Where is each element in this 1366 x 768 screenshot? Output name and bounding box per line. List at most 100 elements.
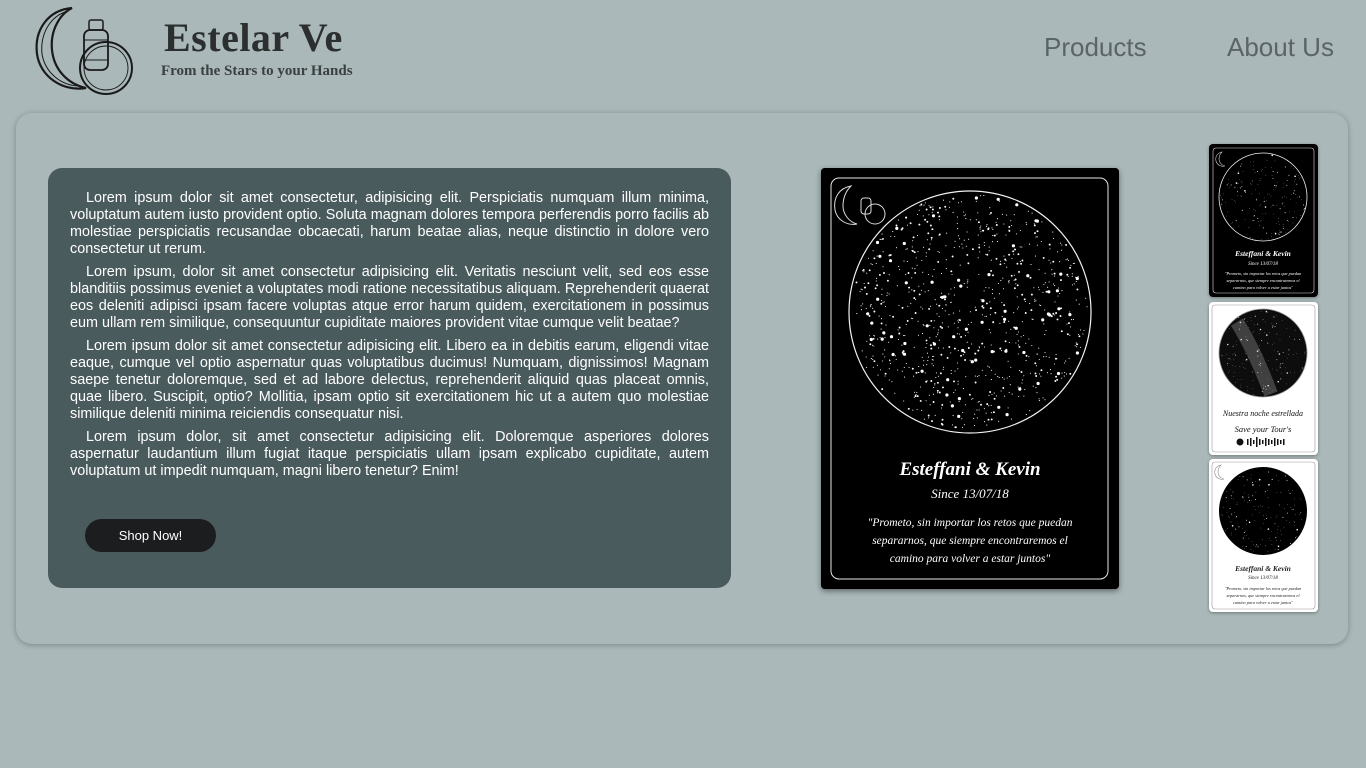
star-dot <box>953 380 955 383</box>
star-dot <box>952 197 955 200</box>
star-dot <box>1268 193 1270 195</box>
star-dot <box>1049 248 1051 250</box>
star-dot <box>974 413 976 415</box>
star-dot <box>1303 204 1304 206</box>
star-dot <box>978 400 980 403</box>
star-dot <box>1017 344 1020 346</box>
star-dot <box>990 379 992 381</box>
star-dot <box>1023 298 1026 301</box>
star-dot <box>963 351 966 354</box>
star-dot <box>1066 258 1069 260</box>
star-dot <box>989 301 991 303</box>
star-dot <box>920 289 922 291</box>
star-dot <box>1069 266 1072 269</box>
star-dot <box>1239 325 1241 326</box>
star-dot <box>1296 353 1297 354</box>
star-dot <box>902 352 907 356</box>
star-dot <box>975 309 978 312</box>
star-dot <box>953 246 955 249</box>
star-dot <box>1239 321 1242 324</box>
star-dot <box>934 384 936 386</box>
star-dot <box>931 363 933 365</box>
star-dot <box>937 375 939 377</box>
star-dot <box>1258 478 1261 481</box>
star-dot <box>905 216 908 219</box>
star-dot <box>926 342 928 345</box>
star-dot <box>1235 382 1236 383</box>
star-dot <box>1244 318 1246 319</box>
nav-about-link[interactable]: About Us <box>1227 32 1334 62</box>
star-dot <box>1234 366 1236 367</box>
star-dot <box>990 211 992 214</box>
star-dot <box>1250 320 1252 321</box>
star-dot <box>897 369 899 371</box>
star-dot <box>1244 353 1246 354</box>
star-dot <box>1276 204 1278 206</box>
star-dot <box>913 289 916 292</box>
star-dot <box>1253 324 1255 326</box>
star-dot <box>914 395 917 397</box>
star-dot <box>1075 351 1079 355</box>
star-dot <box>1260 220 1262 221</box>
star-dot <box>1049 369 1051 371</box>
star-dot <box>1074 345 1076 347</box>
star-dot <box>1257 546 1259 548</box>
star-dot <box>967 262 970 265</box>
star-dot <box>997 241 999 243</box>
star-dot <box>927 290 929 292</box>
star-dot <box>1255 189 1256 190</box>
star-dot <box>1283 225 1284 227</box>
star-dot <box>1275 185 1277 187</box>
star-dot <box>1045 355 1047 358</box>
star-dot <box>1050 262 1052 264</box>
star-dot <box>981 342 984 345</box>
star-dot <box>1267 551 1269 552</box>
shop-now-button[interactable]: Shop Now! <box>85 519 216 552</box>
star-dot <box>989 314 991 316</box>
poster-thumbnail-3[interactable]: Esteffani & Kevin Since 13/07/18 "Promet… <box>1209 459 1318 612</box>
star-dot <box>1236 502 1238 503</box>
star-dot <box>1244 500 1245 501</box>
star-dot <box>867 282 870 285</box>
star-dot <box>903 260 905 262</box>
moon-ring-logo-icon[interactable] <box>28 0 140 100</box>
nav-products-link[interactable]: Products <box>1044 32 1147 62</box>
star-dot <box>1286 520 1288 522</box>
star-dot <box>904 334 906 337</box>
star-dot <box>1287 357 1288 359</box>
star-dot <box>1261 363 1263 364</box>
star-dot <box>1018 387 1022 391</box>
star-dot <box>928 307 931 310</box>
star-dot <box>881 293 883 296</box>
star-dot <box>930 280 934 284</box>
star-dot <box>917 320 919 322</box>
star-dot <box>1014 326 1018 330</box>
star-dot <box>1036 392 1038 394</box>
star-dot <box>882 251 884 253</box>
star-dot <box>911 246 913 248</box>
star-dot <box>1237 183 1239 184</box>
star-dot <box>901 344 903 346</box>
star-dot <box>1264 166 1266 168</box>
star-dot <box>1244 219 1246 221</box>
poster-thumbnail-1[interactable]: Esteffani & Kevin Since 13/07/18 "Promet… <box>1209 144 1318 297</box>
brand-tagline: From the Stars to your Hands <box>161 63 353 79</box>
star-dot <box>966 231 968 233</box>
star-dot <box>888 254 891 257</box>
thumbnail-2-caption: Nuestra noche estrellada <box>1222 409 1303 418</box>
star-dot <box>989 213 991 215</box>
star-dot <box>995 395 997 397</box>
star-dot <box>866 312 870 316</box>
star-dot <box>1249 317 1251 318</box>
star-dot <box>1038 269 1040 271</box>
star-dot <box>1282 362 1284 364</box>
star-dot <box>1005 332 1007 334</box>
star-dot <box>1239 384 1241 386</box>
star-dot <box>954 389 956 391</box>
star-dot <box>1037 230 1039 232</box>
star-dot <box>938 219 940 221</box>
poster-thumbnail-2[interactable]: Nuestra noche estrellada Save your Tour'… <box>1209 302 1318 455</box>
star-dot <box>976 409 978 411</box>
star-dot <box>1251 193 1252 195</box>
star-dot <box>990 269 993 272</box>
